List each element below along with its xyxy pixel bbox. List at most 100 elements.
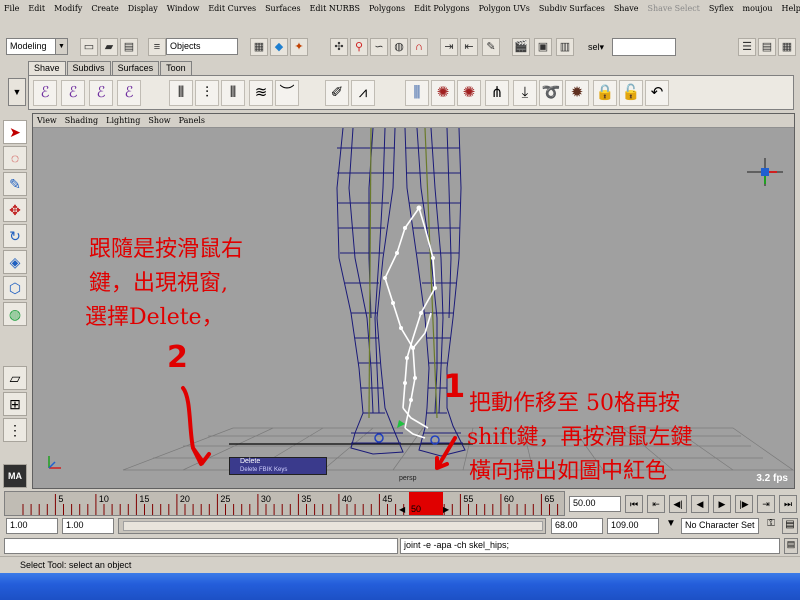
menu-edit-nurbs[interactable]: Edit NURBS bbox=[310, 4, 360, 13]
object-mode-icon[interactable]: ◆ bbox=[270, 38, 288, 56]
fur-ball-icon[interactable]: ✹ bbox=[565, 80, 589, 106]
hair-guide-icon-1[interactable]: ⫴ bbox=[169, 80, 193, 106]
menu-file[interactable]: File bbox=[4, 4, 19, 13]
viewport-menu-shading[interactable]: Shading bbox=[65, 116, 98, 125]
hair-guide-icon-3[interactable]: ⫴ bbox=[221, 80, 245, 106]
hair-curl-icon[interactable]: ➰ bbox=[539, 80, 563, 106]
hair-spike-icon-1[interactable]: ✺ bbox=[431, 80, 455, 106]
shelf-tab-shave[interactable]: Shave bbox=[28, 61, 66, 76]
time-range-right-arrow-icon[interactable]: ▶ bbox=[443, 505, 449, 514]
manipulator-tool-icon[interactable]: ⬡ bbox=[3, 276, 27, 300]
menu-create[interactable]: Create bbox=[91, 4, 118, 13]
save-scene-icon[interactable]: ▤ bbox=[120, 38, 138, 56]
move-tool-icon[interactable]: ✥ bbox=[3, 198, 27, 222]
component-mode-icon[interactable]: ✦ bbox=[290, 38, 308, 56]
menu-edit[interactable]: Edit bbox=[28, 4, 45, 13]
shave-hair-icon-1[interactable]: ℰ bbox=[33, 80, 57, 106]
hair-spike-icon-2[interactable]: ✺ bbox=[457, 80, 481, 106]
snap-grid-icon[interactable]: ∩ bbox=[410, 38, 428, 56]
pen-tool-icon[interactable]: ⩘ bbox=[351, 80, 375, 106]
hierarchy-mode-icon[interactable]: ▦ bbox=[250, 38, 268, 56]
menu-polygon-uvs[interactable]: Polygon UVs bbox=[479, 4, 530, 13]
selection-mask-dropdown[interactable]: Objects bbox=[166, 38, 238, 55]
play-backward-icon[interactable]: ◀ bbox=[691, 495, 709, 513]
tool-settings-icon[interactable]: ▤ bbox=[758, 38, 776, 56]
script-editor-icon[interactable]: ▤ bbox=[784, 538, 798, 554]
shelf-left-control[interactable]: ▼ bbox=[8, 78, 26, 106]
step-forward-frame-icon[interactable]: |▶ bbox=[735, 495, 753, 513]
select-curves-icon[interactable]: ∽ bbox=[370, 38, 388, 56]
rotate-tool-icon[interactable]: ↻ bbox=[3, 224, 27, 248]
selection-mask-menu-icon[interactable]: ≡ bbox=[148, 38, 166, 56]
four-view-layout-icon[interactable]: ⊞ bbox=[3, 392, 27, 416]
open-scene-icon[interactable]: ▰ bbox=[100, 38, 118, 56]
eyelash-icon[interactable]: ︶ bbox=[275, 80, 299, 106]
shelf-tab-toon[interactable]: Toon bbox=[160, 61, 192, 76]
menu-window[interactable]: Window bbox=[167, 4, 200, 13]
menu-shave[interactable]: Shave bbox=[614, 4, 639, 13]
context-menu-delete[interactable]: Delete bbox=[240, 458, 260, 465]
go-to-end-icon[interactable]: ⏭ bbox=[779, 495, 797, 513]
outliner-layout-icon[interactable]: ⋮ bbox=[3, 418, 27, 442]
range-slider-bar[interactable] bbox=[123, 521, 543, 531]
end-time-field[interactable]: 109.00 bbox=[607, 518, 659, 534]
menu-moujou[interactable]: moujou bbox=[742, 4, 772, 13]
lock-icon-2[interactable]: 🔓 bbox=[619, 80, 643, 106]
select-handles-icon[interactable]: ✣ bbox=[330, 38, 348, 56]
menu-edit-polygons[interactable]: Edit Polygons bbox=[414, 4, 469, 13]
brush-icon[interactable]: ✐ bbox=[325, 80, 349, 106]
menu-shave-select[interactable]: Shave Select bbox=[647, 4, 699, 13]
viewport-menu-lighting[interactable]: Lighting bbox=[106, 116, 140, 125]
viewport-menu-view[interactable]: View bbox=[37, 116, 57, 125]
viewport-menu-panels[interactable]: Panels bbox=[179, 116, 205, 125]
shelf-tab-surfaces[interactable]: Surfaces bbox=[111, 61, 160, 76]
select-tool-icon[interactable]: ➤ bbox=[3, 120, 27, 144]
channel-box-icon[interactable]: ▦ bbox=[778, 38, 796, 56]
menu-polygons[interactable]: Polygons bbox=[369, 4, 405, 13]
step-back-frame-icon[interactable]: ◀| bbox=[669, 495, 687, 513]
paint-select-tool-icon[interactable]: ✎ bbox=[3, 172, 27, 196]
shave-hair-icon-4[interactable]: ℰ bbox=[117, 80, 141, 106]
download-arrow-icon[interactable]: ⤓ bbox=[513, 80, 537, 106]
hair-guide-icon-2[interactable]: ⫶ bbox=[195, 80, 219, 106]
playback-end-field[interactable]: 68.00 bbox=[551, 518, 603, 534]
shave-hair-icon-3[interactable]: ℰ bbox=[89, 80, 113, 106]
last-tool-icon[interactable]: ◍ bbox=[3, 302, 27, 326]
bars-icon[interactable]: ⫼ bbox=[405, 80, 429, 106]
auto-key-icon[interactable]: ⚿ bbox=[762, 518, 780, 534]
time-slider[interactable]: 5101520253035404550556065 50 ◀ ▶ bbox=[4, 491, 565, 516]
quick-select-field[interactable] bbox=[612, 38, 676, 56]
menu-syflex[interactable]: Syflex bbox=[709, 4, 734, 13]
single-view-layout-icon[interactable]: ▱ bbox=[3, 366, 27, 390]
menu-subdiv-surfaces[interactable]: Subdiv Surfaces bbox=[539, 4, 605, 13]
play-forward-icon[interactable]: ▶ bbox=[713, 495, 731, 513]
context-menu-delete-fbik-keys[interactable]: Delete FBIK Keys bbox=[240, 467, 287, 473]
range-slider[interactable] bbox=[118, 518, 546, 534]
comb-icon[interactable]: ⋔ bbox=[485, 80, 509, 106]
lock-icon-1[interactable]: 🔒 bbox=[593, 80, 617, 106]
ipr-render-icon[interactable]: ▣ bbox=[534, 38, 552, 56]
time-range-left-arrow-icon[interactable]: ◀ bbox=[399, 505, 405, 514]
select-joints-icon[interactable]: ⚲ bbox=[350, 38, 368, 56]
input-ops-icon[interactable]: ⇥ bbox=[440, 38, 458, 56]
playback-start-field[interactable]: 1.00 bbox=[62, 518, 114, 534]
perspective-viewport[interactable]: View Shading Lighting Show Panels Delete… bbox=[32, 113, 795, 489]
step-back-key-icon[interactable]: ⇤ bbox=[647, 495, 665, 513]
menu-surfaces[interactable]: Surfaces bbox=[265, 4, 301, 13]
render-settings-icon[interactable]: ▥ bbox=[556, 38, 574, 56]
menu-display[interactable]: Display bbox=[128, 4, 158, 13]
render-icon[interactable]: 🎬 bbox=[512, 38, 530, 56]
lasso-tool-icon[interactable]: ◌ bbox=[3, 146, 27, 170]
menu-modify[interactable]: Modify bbox=[54, 4, 82, 13]
animation-prefs-icon[interactable]: ▤ bbox=[782, 518, 798, 534]
undo-arrow-icon[interactable]: ↶ bbox=[645, 80, 669, 106]
current-frame-field[interactable]: 50.00 bbox=[569, 496, 621, 512]
output-ops-icon[interactable]: ⇤ bbox=[460, 38, 478, 56]
attribute-editor-icon[interactable]: ☰ bbox=[738, 38, 756, 56]
construction-history-icon[interactable]: ✎ bbox=[482, 38, 500, 56]
sel-label[interactable]: sel▾ bbox=[588, 42, 604, 53]
scale-tool-icon[interactable]: ◈ bbox=[3, 250, 27, 274]
command-input[interactable] bbox=[4, 538, 398, 554]
shave-hair-icon-2[interactable]: ℰ bbox=[61, 80, 85, 106]
hair-comb-icon[interactable]: ≋ bbox=[249, 80, 273, 106]
